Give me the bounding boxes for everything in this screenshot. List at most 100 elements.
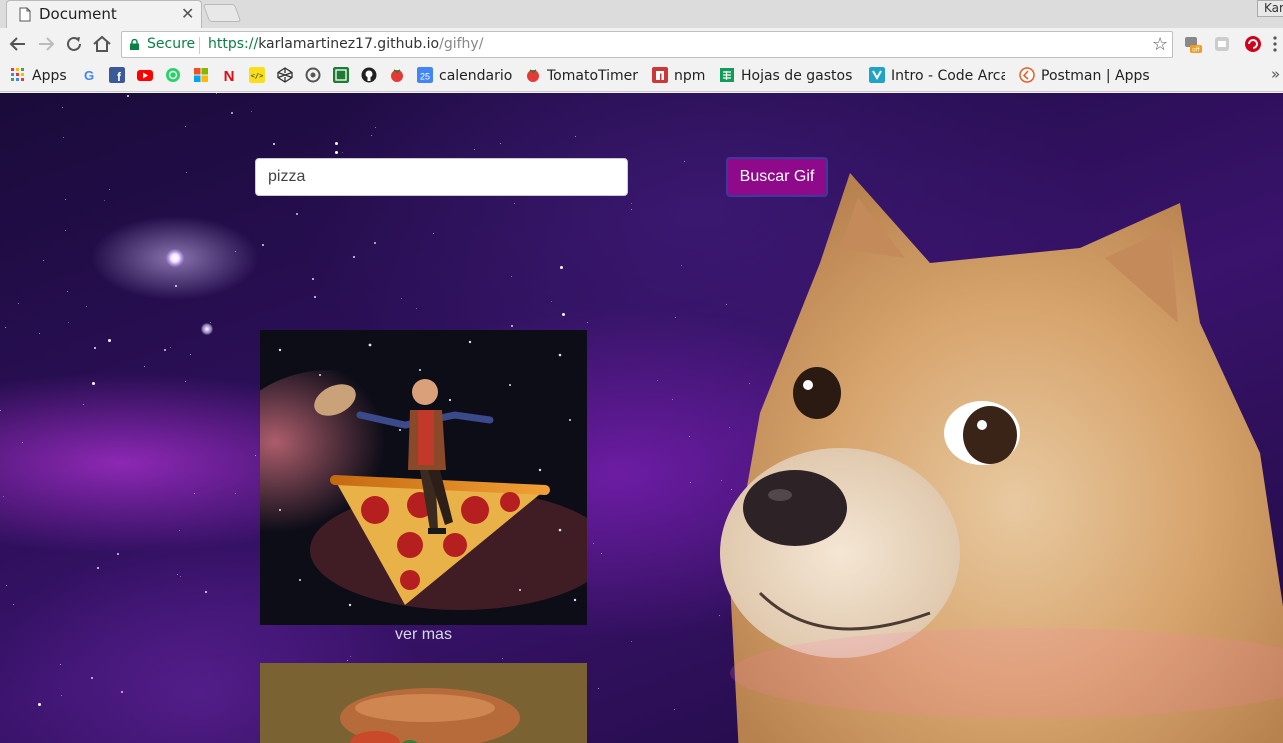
star-dot: [39, 332, 41, 334]
extension-off-icon[interactable]: off: [1182, 34, 1202, 54]
page-background: Buscar Gif: [0, 93, 1283, 743]
star-dot: [179, 575, 181, 577]
extension-grey-icon[interactable]: [1212, 34, 1232, 54]
star-dot: [205, 591, 208, 594]
tab-document[interactable]: Document ✕: [6, 0, 202, 28]
url-text[interactable]: https://karlamartinez17.github.io/gifhy/: [208, 36, 483, 52]
bookmark-code-yellow[interactable]: </>: [249, 67, 265, 85]
star-dot: [598, 687, 600, 689]
bookmark-star-icon[interactable]: ☆: [1152, 34, 1168, 55]
extension-red-icon[interactable]: [1243, 34, 1263, 54]
star-dot: [175, 285, 178, 288]
bookmark-label: calendario: [439, 68, 513, 84]
star-dot: [592, 543, 594, 545]
bookmark-apps[interactable]: Apps: [10, 67, 67, 85]
calendar-icon: 25: [417, 67, 433, 83]
facebook-icon: f: [109, 67, 125, 83]
search-gif-button[interactable]: Buscar Gif: [726, 157, 828, 197]
star-dot: [0, 409, 2, 411]
close-tab-icon[interactable]: ✕: [181, 4, 194, 23]
pizza-gif-2: [260, 663, 587, 743]
bookmark-microsoft[interactable]: [193, 67, 209, 85]
star-dot: [373, 242, 376, 245]
svg-text:N: N: [224, 68, 235, 83]
bookmark-github[interactable]: [361, 67, 377, 85]
star-dot: [295, 212, 298, 215]
bookmark-tomato[interactable]: [389, 67, 405, 85]
star-dot: [415, 307, 417, 309]
star-dot: [510, 325, 513, 328]
document-icon: [19, 7, 31, 22]
bookmark-hojas-de-gastos[interactable]: Hojas de gastos: [719, 67, 852, 85]
star-dot: [561, 312, 565, 316]
netflix-icon: N: [224, 68, 235, 83]
star-dot: [674, 709, 676, 711]
star-dot: [6, 584, 8, 586]
bookmark-facebook[interactable]: f: [109, 67, 125, 85]
star-dot: [178, 529, 180, 531]
star-dot: [334, 142, 338, 146]
bookmark-netflix[interactable]: N: [221, 67, 237, 85]
home-icon[interactable]: [90, 32, 114, 56]
bookmark-green-box[interactable]: [333, 67, 349, 85]
menu-kebab-icon[interactable]: [1270, 34, 1280, 54]
bookmark-npm[interactable]: npm: [652, 67, 705, 85]
star-dot: [681, 264, 683, 266]
gif-result-image-2[interactable]: [260, 663, 587, 743]
gif-result-image[interactable]: [260, 330, 587, 625]
back-arrow-icon[interactable]: [6, 32, 30, 56]
postman-icon: [1019, 67, 1035, 83]
bookmark-postman[interactable]: Postman | Apps: [1019, 67, 1150, 85]
profile-button[interactable]: Kar: [1257, 0, 1283, 17]
ver-mas-link[interactable]: ver mas: [260, 626, 587, 644]
bookmark-whatsapp[interactable]: [165, 67, 181, 85]
star-dot: [82, 403, 84, 405]
apps-grid-icon: [11, 68, 24, 81]
bookmark-circle[interactable]: [305, 67, 321, 85]
google-icon: G: [84, 68, 94, 83]
star-dot: [251, 110, 253, 112]
url-path: /gifhy/: [439, 36, 484, 52]
bookmark-intro-code[interactable]: Intro - Code Arca: [869, 67, 1005, 85]
star-dot: [163, 348, 166, 351]
forward-arrow-icon[interactable]: [34, 32, 58, 56]
star-dot: [62, 106, 64, 108]
star-dot: [43, 259, 45, 261]
star-dot: [2, 495, 4, 497]
tomato-icon: [391, 69, 403, 82]
new-tab-button[interactable]: [202, 4, 242, 22]
star-dot: [96, 566, 99, 569]
bookmark-calendario[interactable]: 25 calendario: [417, 67, 512, 85]
bookmark-tomatotimer[interactable]: TomatoTimer: [525, 67, 638, 85]
bookmarks-overflow-icon[interactable]: »: [1271, 65, 1280, 83]
star-dot: [255, 454, 257, 456]
star-dot: [117, 552, 120, 555]
star-dot: [349, 655, 351, 657]
npm-icon: [652, 67, 668, 83]
star-dot: [474, 149, 476, 151]
star-dot: [22, 441, 23, 443]
bookmark-youtube[interactable]: [137, 67, 153, 85]
star-dot: [5, 326, 7, 328]
tomato-icon: [527, 69, 539, 82]
whatsapp-icon: [166, 68, 180, 82]
sheets-icon: [720, 68, 734, 82]
bookmark-codepen[interactable]: [277, 67, 293, 85]
star-dot: [689, 482, 691, 484]
code-yellow-icon: </>: [249, 67, 265, 83]
star-dot: [656, 379, 658, 381]
star-dot: [587, 321, 589, 323]
svg-text:G: G: [84, 68, 94, 83]
star-dot: [401, 297, 403, 299]
star-dot: [501, 658, 503, 660]
codepen-icon: [277, 67, 293, 83]
star-dot: [186, 172, 188, 174]
microsoft-icon: [194, 68, 208, 82]
bookmark-google[interactable]: G: [81, 67, 97, 85]
search-input[interactable]: [255, 158, 628, 196]
star-dot: [335, 151, 339, 155]
bookmark-label: Postman | Apps: [1041, 68, 1150, 84]
reload-icon[interactable]: [62, 32, 86, 56]
star-dot: [499, 142, 501, 144]
address-bar[interactable]: Secure https://karlamartinez17.github.io…: [121, 31, 1173, 58]
